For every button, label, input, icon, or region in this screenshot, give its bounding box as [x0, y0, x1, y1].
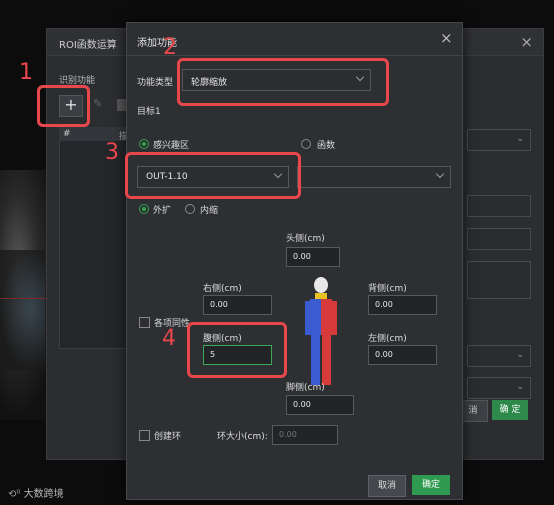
figure-torso-left: [310, 299, 321, 335]
uniform-checkbox[interactable]: [139, 317, 150, 328]
create-ring-checkbox[interactable]: [139, 430, 150, 441]
annotation-number-1: 1: [19, 60, 33, 85]
back-label: 背侧(cm): [368, 284, 407, 294]
ring-size-input[interactable]: 0.00: [272, 425, 338, 445]
bg-ok-button[interactable]: 确 定: [492, 400, 528, 420]
radio-shrink-label: 内缩: [200, 206, 219, 216]
radio-roi[interactable]: [139, 139, 149, 149]
ok-button[interactable]: 确定: [412, 475, 450, 495]
left-label: 左侧(cm): [368, 334, 407, 344]
radio-shrink[interactable]: [185, 204, 195, 214]
right-value: 0.00: [210, 300, 228, 309]
left-value: 0.00: [375, 350, 393, 359]
bg-select-1[interactable]: ⌄: [467, 129, 531, 151]
roi-dialog-title: ROI函数运算: [59, 40, 117, 51]
head-value: 0.00: [293, 252, 311, 261]
divider: [127, 55, 462, 56]
watermark-logo-icon: ⟲⁰: [8, 489, 24, 500]
annotation-box-3: [125, 152, 301, 199]
close-icon[interactable]: ×: [440, 29, 453, 47]
figure-head: [314, 277, 328, 293]
bg-field-3[interactable]: [467, 228, 531, 250]
right-label: 右侧(cm): [203, 284, 242, 294]
annotation-box-1: [37, 85, 90, 127]
radio-function-label: 函数: [317, 141, 336, 151]
foot-label: 脚侧(cm): [286, 383, 325, 393]
annotation-number-4: 4: [162, 326, 176, 351]
figure-leg-right: [322, 335, 331, 385]
figure-neck: [315, 293, 327, 299]
head-input[interactable]: 0.00: [286, 247, 340, 267]
bg-select-4[interactable]: ⌄: [467, 345, 531, 367]
radio-expand-label: 外扩: [153, 206, 172, 216]
figure-leg-left: [311, 335, 320, 385]
chevron-down-icon: ⌄: [516, 134, 524, 144]
head-label: 头侧(cm): [286, 234, 325, 244]
back-value: 0.00: [375, 300, 393, 309]
annotation-box-4: [187, 322, 287, 378]
edit-icon[interactable]: ✎: [93, 97, 102, 110]
foot-value: 0.00: [293, 400, 311, 409]
annotation-box-2: [177, 58, 389, 106]
figure-torso-right: [321, 299, 332, 335]
radio-roi-label: 感兴趣区: [153, 141, 190, 151]
bg-select-5[interactable]: ⌄: [467, 377, 531, 399]
chevron-down-icon: ⌄: [516, 350, 524, 360]
table-header-index: #: [63, 129, 71, 139]
ring-size-value: 0.00: [279, 430, 297, 439]
close-icon[interactable]: ×: [520, 33, 533, 51]
foot-input[interactable]: 0.00: [286, 395, 354, 415]
left-input[interactable]: 0.00: [368, 345, 437, 365]
scan-image-overlay: [0, 250, 45, 370]
radio-function[interactable]: [301, 139, 311, 149]
right-input[interactable]: 0.00: [203, 295, 272, 315]
watermark-text: 大数跨境: [23, 489, 64, 500]
radio-expand[interactable]: [139, 204, 149, 214]
body-figure-icon: [305, 277, 337, 385]
chevron-down-icon: [435, 169, 445, 179]
figure-arm-left: [305, 301, 310, 335]
watermark: ⟲⁰ 大数跨境: [8, 485, 64, 500]
figure-arm-right: [332, 301, 337, 335]
chevron-down-icon: ⌄: [516, 382, 524, 392]
func-type-label: 功能类型: [137, 78, 174, 88]
bg-textarea[interactable]: [467, 261, 531, 299]
annotation-number-2: 2: [163, 35, 177, 60]
cancel-button[interactable]: 取消: [368, 475, 406, 497]
function-select[interactable]: [297, 166, 451, 188]
ring-size-label: 环大小(cm):: [217, 432, 268, 442]
annotation-number-3: 3: [105, 140, 119, 165]
back-input[interactable]: 0.00: [368, 295, 437, 315]
target-label: 目标1: [137, 107, 161, 117]
create-ring-label: 创建环: [154, 432, 182, 442]
bg-field-2[interactable]: [467, 195, 531, 217]
